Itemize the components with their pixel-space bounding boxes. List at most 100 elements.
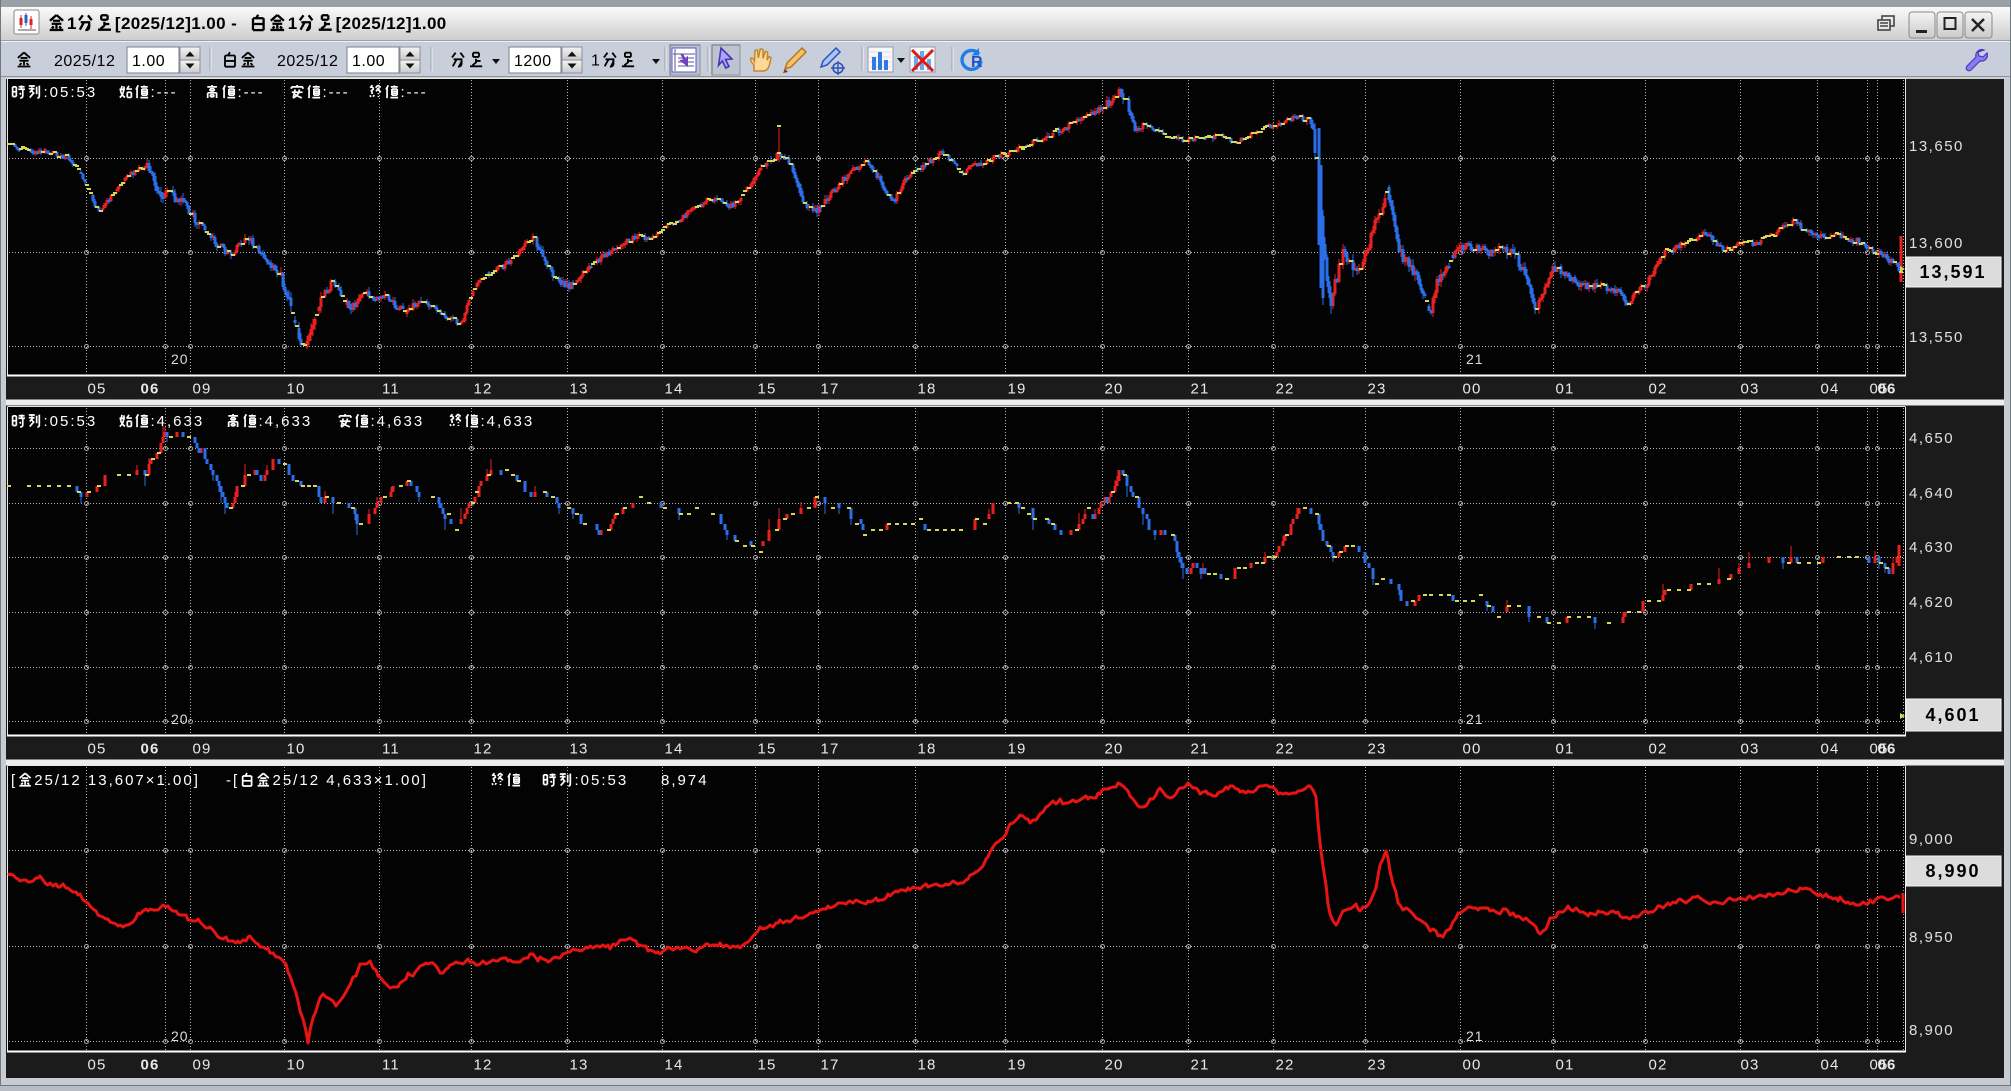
- svg-text:03: 03: [1740, 1057, 1759, 1074]
- svg-text::05:53: :05:53: [44, 413, 98, 430]
- svg-text:19: 19: [1007, 1057, 1026, 1074]
- svg-text:20: 20: [1104, 1057, 1123, 1074]
- svg-text:8,990: 8,990: [1925, 861, 1980, 881]
- svg-text:11: 11: [382, 741, 400, 758]
- svg-text:12: 12: [473, 1057, 492, 1074]
- svg-text:4,640: 4,640: [1909, 485, 1954, 502]
- svg-text:15: 15: [757, 381, 776, 398]
- svg-text:01: 01: [1555, 1057, 1574, 1074]
- svg-text::4,633: :4,633: [259, 413, 313, 430]
- svg-text:21: 21: [1466, 351, 1484, 367]
- svg-text:20: 20: [171, 1028, 189, 1044]
- svg-text:4,601: 4,601: [1925, 705, 1980, 725]
- svg-text:8,900: 8,900: [1909, 1022, 1954, 1039]
- svg-text:12: 12: [473, 381, 492, 398]
- svg-text:03: 03: [1740, 381, 1759, 398]
- svg-text:14: 14: [664, 741, 683, 758]
- svg-text:13: 13: [569, 741, 588, 758]
- svg-text:21: 21: [1190, 1057, 1209, 1074]
- svg-text::05:53: :05:53: [575, 772, 629, 789]
- svg-text:14: 14: [664, 1057, 683, 1074]
- svg-text::---: :---: [151, 84, 178, 101]
- svg-text:02: 02: [1648, 741, 1667, 758]
- svg-text:1.00: 1.00: [352, 53, 385, 70]
- svg-text:22: 22: [1275, 1057, 1294, 1074]
- svg-text:2025/12: 2025/12: [277, 53, 338, 70]
- svg-text:06: 06: [1877, 741, 1896, 758]
- svg-text:25/12 13,607×1.00]: 25/12 13,607×1.00]: [34, 772, 200, 789]
- svg-text:06: 06: [1877, 381, 1896, 398]
- svg-text:15: 15: [757, 1057, 776, 1074]
- svg-text:1: 1: [67, 14, 77, 33]
- svg-text:13: 13: [569, 381, 588, 398]
- svg-text:-[: -[: [226, 772, 239, 789]
- svg-text::---: :---: [323, 84, 350, 101]
- svg-text:1: 1: [288, 14, 298, 33]
- svg-text:10: 10: [286, 1057, 305, 1074]
- svg-text:17: 17: [820, 741, 839, 758]
- svg-text:11: 11: [382, 1057, 400, 1074]
- svg-text:04: 04: [1820, 1057, 1839, 1074]
- svg-text:20: 20: [171, 711, 189, 727]
- svg-text:03: 03: [1740, 741, 1759, 758]
- svg-text:13: 13: [569, 1057, 588, 1074]
- svg-text:22: 22: [1275, 381, 1294, 398]
- svg-text:20: 20: [1104, 741, 1123, 758]
- svg-text:15: 15: [757, 741, 776, 758]
- svg-text:12: 12: [473, 741, 492, 758]
- svg-text:01: 01: [1555, 741, 1574, 758]
- svg-text:4,650: 4,650: [1909, 430, 1954, 447]
- svg-text:21: 21: [1190, 741, 1209, 758]
- svg-text:09: 09: [192, 1057, 211, 1074]
- svg-text:23: 23: [1367, 381, 1386, 398]
- svg-text:9,000: 9,000: [1909, 831, 1954, 848]
- svg-text:10: 10: [286, 741, 305, 758]
- svg-text:10: 10: [286, 381, 305, 398]
- svg-text:4,630: 4,630: [1909, 539, 1954, 556]
- svg-text:05: 05: [87, 1057, 106, 1074]
- svg-text:21: 21: [1466, 1028, 1484, 1044]
- svg-text:8,950: 8,950: [1909, 929, 1954, 946]
- svg-text:20: 20: [171, 351, 189, 367]
- svg-text:02: 02: [1648, 381, 1667, 398]
- svg-text:05: 05: [87, 741, 106, 758]
- svg-text:2025/12: 2025/12: [54, 53, 115, 70]
- svg-text:06: 06: [1877, 1057, 1896, 1074]
- svg-text:8,974: 8,974: [661, 772, 709, 789]
- svg-text:13,591: 13,591: [1919, 262, 1986, 282]
- svg-text:19: 19: [1007, 741, 1026, 758]
- svg-text:22: 22: [1275, 741, 1294, 758]
- svg-text:13,550: 13,550: [1909, 329, 1964, 346]
- svg-text:09: 09: [192, 381, 211, 398]
- svg-text:23: 23: [1367, 741, 1386, 758]
- svg-text:4,610: 4,610: [1909, 649, 1954, 666]
- svg-text:21: 21: [1190, 381, 1209, 398]
- svg-text:18: 18: [917, 1057, 936, 1074]
- svg-text:4,620: 4,620: [1909, 594, 1954, 611]
- svg-text:00: 00: [1462, 1057, 1481, 1074]
- svg-text:06: 06: [140, 741, 159, 758]
- svg-text:23: 23: [1367, 1057, 1386, 1074]
- svg-text:14: 14: [664, 381, 683, 398]
- svg-text:11: 11: [382, 381, 400, 398]
- svg-text:13,650: 13,650: [1909, 138, 1964, 155]
- svg-text:04: 04: [1820, 741, 1839, 758]
- svg-text::4,633: :4,633: [481, 413, 535, 430]
- svg-text:21: 21: [1466, 711, 1484, 727]
- svg-text:1: 1: [591, 53, 602, 70]
- svg-text:19: 19: [1007, 381, 1026, 398]
- svg-text::---: :---: [238, 84, 265, 101]
- svg-text::---: :---: [401, 84, 428, 101]
- svg-text:09: 09: [192, 741, 211, 758]
- svg-text:20: 20: [1104, 381, 1123, 398]
- svg-text:1.00: 1.00: [132, 53, 165, 70]
- svg-text:[: [: [11, 772, 17, 789]
- svg-text:06: 06: [140, 1057, 159, 1074]
- svg-text::4,633: :4,633: [151, 413, 205, 430]
- svg-text:04: 04: [1820, 381, 1839, 398]
- svg-text:01: 01: [1555, 381, 1574, 398]
- svg-text:13,600: 13,600: [1909, 235, 1964, 252]
- svg-text::4,633: :4,633: [371, 413, 425, 430]
- svg-text:[2025/12]1.00 -: [2025/12]1.00 -: [115, 14, 237, 33]
- svg-text:00: 00: [1462, 741, 1481, 758]
